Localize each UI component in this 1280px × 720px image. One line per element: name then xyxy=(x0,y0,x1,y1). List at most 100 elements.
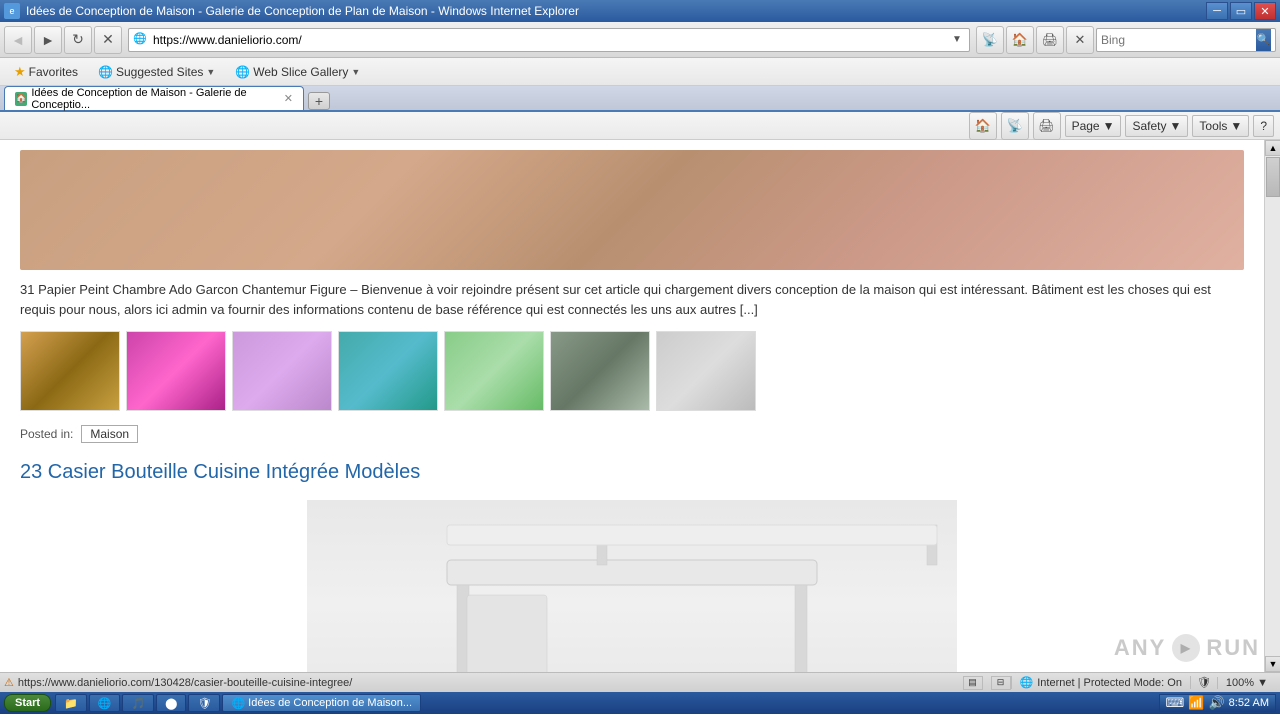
maison-tag[interactable]: Maison xyxy=(81,425,138,443)
furniture-svg xyxy=(307,500,957,672)
suggested-sites-arrow: ▼ xyxy=(206,67,215,77)
watermark-text: ANY xyxy=(1114,635,1166,661)
taskbar-time: 8:52 AM xyxy=(1229,697,1269,709)
status-url: https://www.danieliorio.com/130428/casie… xyxy=(14,677,963,689)
web-slice-gallery-arrow: ▼ xyxy=(351,67,360,77)
shield-icon: 🛡 xyxy=(1197,676,1211,689)
tray-keyboard-icon: ⌨ xyxy=(1166,695,1185,711)
home-cmd-button[interactable]: 🏠 xyxy=(969,112,997,140)
safety-button[interactable]: Safety ▼ xyxy=(1125,115,1188,137)
page-button[interactable]: Page ▼ xyxy=(1065,115,1122,137)
watermark-play-icon: ▶ xyxy=(1172,634,1200,662)
page-content: 31 Papier Peint Chambre Ado Garcon Chant… xyxy=(0,140,1264,672)
thumbnail-1[interactable] xyxy=(20,331,120,411)
scroll-up-button[interactable]: ▲ xyxy=(1265,140,1280,156)
scroll-thumb[interactable] xyxy=(1266,157,1280,197)
close-button[interactable]: ✕ xyxy=(1254,2,1276,20)
refresh-button[interactable]: ↻ xyxy=(64,26,92,54)
norton-taskbar-icon: 🛡 xyxy=(197,697,211,710)
thumbnail-3[interactable] xyxy=(232,331,332,411)
suggested-sites-label: Suggested Sites xyxy=(116,65,203,79)
thumbnail-2[interactable] xyxy=(126,331,226,411)
tab-label: Idées de Conception de Maison - Galerie … xyxy=(31,87,275,111)
taskbar-chrome-button[interactable]: ⬤ xyxy=(156,694,186,712)
safety-arrow-icon: ▼ xyxy=(1170,119,1182,133)
search-input[interactable] xyxy=(1101,33,1256,47)
protection-icon-area: 🛡 xyxy=(1190,676,1217,689)
chrome-taskbar-icon: ⬤ xyxy=(165,697,177,710)
stop-button[interactable]: ✕ xyxy=(94,26,122,54)
globe-status-icon: 🌐 xyxy=(1020,676,1034,689)
tab-bar: 🏠 Idées de Conception de Maison - Galeri… xyxy=(0,86,1280,112)
thumbnail-7[interactable] xyxy=(656,331,756,411)
rss-button[interactable]: 📡 xyxy=(976,26,1004,54)
web-slice-gallery-item[interactable]: 🌐 Web Slice Gallery ▼ xyxy=(229,63,366,81)
vertical-scrollbar[interactable]: ▲ ▼ xyxy=(1264,140,1280,672)
forward-button[interactable]: ► xyxy=(34,26,62,54)
tray-network-icon: 📶 xyxy=(1188,695,1204,711)
posted-in-section: Posted in: Maison xyxy=(20,425,1244,443)
favorites-star-icon: ★ xyxy=(14,64,26,80)
ie-taskbar-icon: 🌐 xyxy=(98,697,112,710)
watermark: ANY ▶ RUN xyxy=(1114,634,1260,662)
browser-content: ▲ ▼ 31 Papier Peint Chambre Ado Garcon C… xyxy=(0,140,1280,672)
folder-taskbar-icon: 📁 xyxy=(64,697,78,710)
start-button[interactable]: Start xyxy=(4,694,51,712)
tab-close-button[interactable]: ✕ xyxy=(284,92,293,105)
suggested-sites-icon: 🌐 xyxy=(98,65,113,79)
posted-in-label: Posted in: xyxy=(20,427,73,441)
scroll-down-button[interactable]: ▼ xyxy=(1265,656,1280,672)
restore-button[interactable]: ▭ xyxy=(1230,2,1252,20)
ie-icon: e xyxy=(4,3,20,19)
status-security: 🌐 Internet | Protected Mode: On xyxy=(1011,676,1190,689)
address-favicon: 🌐 xyxy=(133,32,149,48)
help-button[interactable]: ? xyxy=(1253,115,1274,137)
taskbar-media-button[interactable]: 🎵 xyxy=(122,694,154,712)
security-warning: ⚠ xyxy=(4,676,14,689)
article-main-image xyxy=(307,500,957,672)
hero-image xyxy=(20,150,1244,270)
active-tab[interactable]: 🏠 Idées de Conception de Maison - Galeri… xyxy=(4,86,304,110)
suggested-sites-item[interactable]: 🌐 Suggested Sites ▼ xyxy=(92,63,221,81)
help-label: ? xyxy=(1260,119,1267,133)
zoom-value: 100% xyxy=(1226,677,1254,689)
taskbar-folder-button[interactable]: 📁 xyxy=(55,694,87,712)
thumbnail-5[interactable] xyxy=(444,331,544,411)
address-bar[interactable]: 🌐 ▼ xyxy=(128,28,970,52)
print-cmd-button[interactable]: 🖨 xyxy=(1033,112,1061,140)
web-slice-gallery-label: Web Slice Gallery xyxy=(253,65,348,79)
window-controls[interactable]: ─ ▭ ✕ xyxy=(1206,2,1276,20)
print-button[interactable]: 🖨 xyxy=(1036,26,1064,54)
command-bar: 🏠 📡 🖨 Page ▼ Safety ▼ Tools ▼ ? xyxy=(0,112,1280,140)
new-tab-button[interactable]: + xyxy=(308,92,330,110)
article-title[interactable]: 23 Casier Bouteille Cuisine Intégrée Mod… xyxy=(20,461,1244,484)
watermark-run: RUN xyxy=(1206,635,1260,661)
tools-label: Tools xyxy=(1199,119,1227,133)
address-dropdown[interactable]: ▼ xyxy=(949,32,965,48)
window-title: Idées de Conception de Maison - Galerie … xyxy=(26,4,579,18)
taskbar-norton-button[interactable]: 🛡 xyxy=(188,694,220,712)
zoom-control[interactable]: 100% ▼ xyxy=(1217,677,1276,689)
status-bar: ⚠ https://www.danieliorio.com/130428/cas… xyxy=(0,672,1280,692)
media-taskbar-icon: 🎵 xyxy=(131,697,145,710)
favorites-item[interactable]: ★ Favorites xyxy=(8,62,84,82)
address-input[interactable] xyxy=(153,33,949,47)
title-bar: e Idées de Conception de Maison - Galeri… xyxy=(0,0,1280,22)
tools-button[interactable]: Tools ▼ xyxy=(1192,115,1249,137)
taskbar: Start 📁 🌐 🎵 ⬤ 🛡 🌐 Idées de Conception de… xyxy=(0,692,1280,714)
back-button[interactable]: ◄ xyxy=(4,26,32,54)
home-button[interactable]: 🏠 xyxy=(1006,26,1034,54)
thumbnail-4[interactable] xyxy=(338,331,438,411)
minimize-button[interactable]: ─ xyxy=(1206,2,1228,20)
taskbar-ie-button[interactable]: 🌐 xyxy=(89,694,121,712)
page-arrow-icon: ▼ xyxy=(1103,119,1115,133)
delete-button[interactable]: ✕ xyxy=(1066,26,1094,54)
scroll-track[interactable] xyxy=(1265,156,1280,656)
search-go-button[interactable]: 🔍 xyxy=(1256,29,1271,51)
favorites-label: Favorites xyxy=(29,65,78,79)
taskbar-active-app[interactable]: 🌐 Idées de Conception de Maison... xyxy=(222,694,421,712)
rss-cmd-button[interactable]: 📡 xyxy=(1001,112,1029,140)
thumbnail-6[interactable] xyxy=(550,331,650,411)
tab-favicon: 🏠 xyxy=(15,92,27,106)
article-excerpt: 31 Papier Peint Chambre Ado Garcon Chant… xyxy=(20,280,1244,319)
